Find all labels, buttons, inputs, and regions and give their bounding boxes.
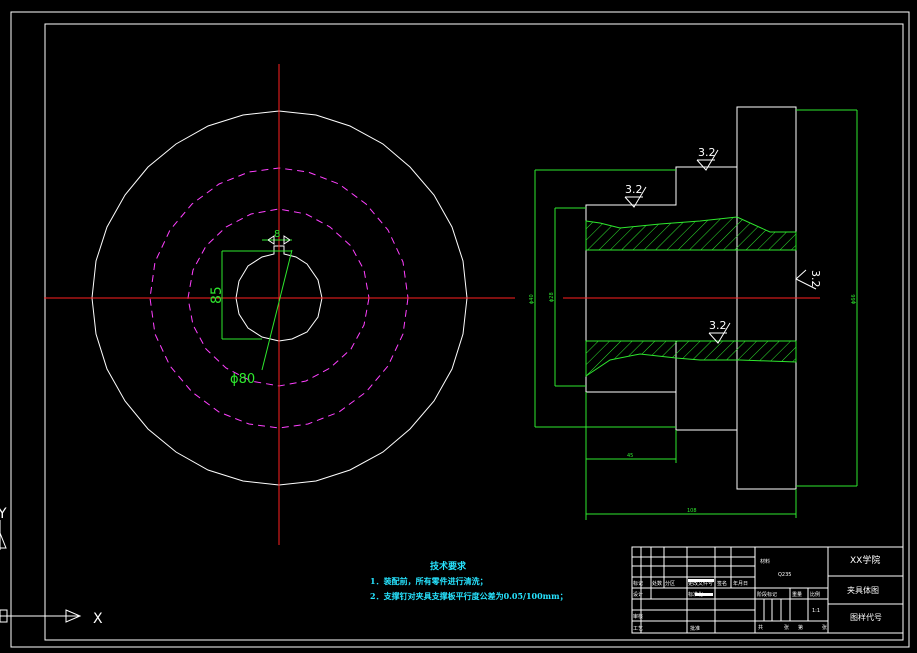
svg-text:3.2: 3.2 (809, 270, 822, 288)
front-view: 85 8 ϕ80 (44, 64, 515, 545)
ucs-x-label: X (93, 611, 103, 627)
section-view: 3.2 3.2 3.2 3.2 ϕ28 ϕ40 ϕ66 45 108 (529, 106, 858, 520)
stage-label: 阶段标记 (757, 591, 777, 598)
ucs-icon: X Y (0, 506, 103, 627)
drawing-name: 夹具体图 (847, 585, 879, 595)
school-name: XX学院 (850, 554, 880, 566)
sheet-label: 张 (784, 624, 789, 631)
sheet-label-2: 张 (822, 624, 827, 631)
dim-text-85: 85 (209, 286, 225, 304)
roughness-symbol-upper: 3.2 (624, 183, 647, 208)
process-label: 工艺 (633, 626, 643, 632)
tech-req-item-1: 1．装配前，所有零件进行清洗； (370, 576, 488, 587)
weight-label: 重量 (792, 591, 802, 598)
check-label: 审核 (633, 613, 643, 620)
ratio-label: 比例 (810, 591, 820, 598)
scale-value: 1:1 (812, 608, 820, 614)
change-doc-label: 更改文件号 (688, 580, 713, 587)
dim-text-8: 8 (274, 229, 280, 240)
count-label: 处数 (652, 580, 662, 587)
hatch-lower-section (585, 340, 797, 377)
approve-label: 批准 (690, 625, 700, 632)
drawing-code: 图样代号 (850, 612, 882, 622)
roughness-symbol-right: 3.2 (795, 269, 822, 290)
tech-req-title: 技术要求 (430, 560, 467, 572)
svg-text:3.2: 3.2 (625, 183, 643, 196)
roughness-symbol-top: 3.2 (696, 146, 719, 171)
mark-label: 标记 (633, 580, 643, 587)
tech-req-item-2: 2．支撑钉对夹具支撑板平行度公差为0.05/100mm； (370, 591, 568, 602)
sheet-no: 第 (798, 624, 803, 631)
cad-drawing-canvas[interactable]: 85 8 ϕ80 3.2 3.2 3.2 3.2 ϕ28 ϕ40 ϕ66 45 … (0, 0, 917, 653)
dim-text-phi66: ϕ66 (851, 294, 857, 304)
sheet-total: 共 (758, 624, 763, 631)
hatch-upper-section (585, 216, 797, 251)
ucs-y-label: Y (0, 506, 7, 522)
date-label: 年月日 (733, 580, 748, 587)
dim-text-phi80: ϕ80 (230, 372, 255, 387)
dim-text-phi40: ϕ40 (529, 294, 535, 304)
svg-text:3.2: 3.2 (698, 146, 716, 159)
sign-label: 签名 (717, 580, 727, 587)
dim-text-phi28: ϕ28 (549, 292, 555, 302)
design-label: 设计 (633, 591, 643, 598)
leader-phi80 (261, 249, 293, 371)
dim-text-45: 45 (627, 453, 633, 459)
inner-frame (44, 23, 904, 641)
standard-label: 标准化 (688, 591, 703, 598)
svg-text:3.2: 3.2 (709, 319, 727, 332)
technical-requirements: 技术要求 1．装配前，所有零件进行清洗； 2．支撑钉对夹具支撑板平行度公差为0.… (370, 560, 568, 602)
zone-label: 分区 (665, 580, 675, 587)
dim-text-108: 108 (687, 508, 697, 514)
material-label: 材料 (760, 558, 770, 565)
material-value: Q235 (778, 572, 791, 578)
roughness-symbol-lower: 3.2 (708, 319, 731, 344)
